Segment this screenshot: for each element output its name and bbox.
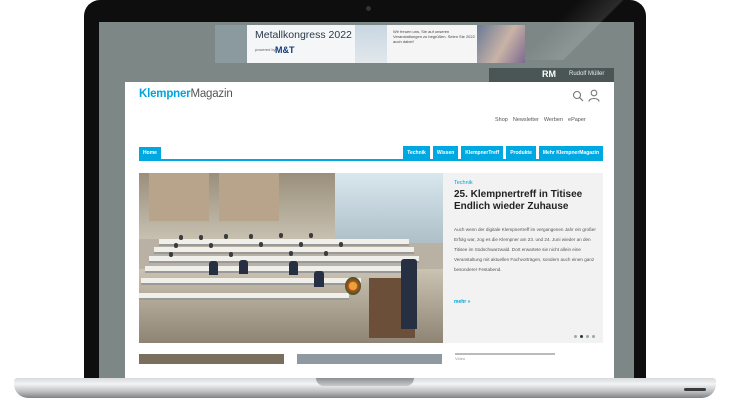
ad-text: Wir freuen uns, Sie auf unseren Veransta… — [393, 29, 475, 44]
wall-panel — [219, 173, 279, 221]
ad-powered-by: powered by — [255, 47, 276, 52]
ad-image-left — [215, 25, 247, 63]
ad-brand-logo: M&T — [275, 45, 295, 55]
hero-image[interactable] — [139, 173, 443, 343]
attendee — [259, 242, 263, 247]
nav-home[interactable]: Home — [139, 147, 161, 159]
teaser-label: Video — [455, 356, 466, 361]
laptop-mockup: Metallkongress 2022 powered by M&T Wir f… — [0, 0, 730, 405]
attendee — [309, 233, 313, 238]
slider-dot-active[interactable] — [580, 335, 583, 338]
attendee — [279, 233, 283, 238]
top-link-werben[interactable]: Werben — [544, 117, 563, 123]
ad-banner[interactable]: Metallkongress 2022 powered by M&T Wir f… — [215, 25, 525, 63]
site-logo[interactable]: KlempnerMagazin — [139, 88, 233, 100]
teaser-image[interactable] — [139, 354, 284, 364]
nav-produkte[interactable]: Produkte — [506, 146, 536, 160]
ad-title: Metallkongress 2022 — [255, 29, 352, 41]
table-row — [149, 256, 419, 261]
table-row — [154, 247, 414, 252]
main-nav: Technik Wissen KlempnerTreff Produkte Me… — [403, 146, 603, 160]
nav-wissen[interactable]: Wissen — [432, 146, 459, 160]
logo-regular: Magazin — [190, 88, 233, 100]
attendee — [224, 234, 228, 239]
attendee — [174, 243, 178, 248]
slider-dot[interactable] — [592, 335, 595, 338]
table-row — [159, 239, 409, 244]
attendee — [169, 252, 173, 257]
teaser-image[interactable] — [297, 354, 442, 364]
attendee — [179, 235, 183, 240]
attendee — [209, 243, 213, 248]
attendee — [324, 251, 328, 256]
top-link-shop[interactable]: Shop — [495, 117, 508, 123]
slider-dot[interactable] — [574, 335, 577, 338]
wall-panel — [149, 173, 209, 221]
table-row — [141, 278, 361, 283]
laptop-notch — [316, 378, 414, 386]
attendee — [314, 271, 324, 287]
attendee — [229, 252, 233, 257]
top-link-epaper[interactable]: ePaper — [568, 117, 586, 123]
table-row — [145, 266, 415, 271]
hero-category[interactable]: Technik — [454, 180, 473, 186]
browser-screen: Metallkongress 2022 powered by M&T Wir f… — [99, 22, 634, 380]
attendee — [199, 235, 203, 240]
attendee — [339, 242, 343, 247]
attendee — [299, 242, 303, 247]
flower-arrangement — [345, 277, 361, 295]
speaker — [401, 259, 417, 329]
laptop-foot — [684, 388, 706, 391]
user-initials[interactable]: RM — [542, 69, 556, 79]
search-icon[interactable] — [572, 90, 584, 102]
user-icon[interactable] — [588, 89, 600, 102]
slider-dots — [574, 335, 595, 338]
slider-dot[interactable] — [586, 335, 589, 338]
attendee — [209, 261, 218, 275]
top-links: Shop Newsletter Werben ePaper — [495, 117, 586, 123]
top-link-newsletter[interactable]: Newsletter — [513, 117, 539, 123]
attendee — [289, 251, 293, 256]
hero-title[interactable]: 25. Klempnertreff in Titisee Endlich wie… — [454, 189, 599, 213]
screen-glare — [490, 0, 650, 60]
attendee — [249, 234, 253, 239]
hall-window — [335, 173, 443, 243]
ad-band — [355, 25, 387, 63]
attendee — [289, 261, 298, 275]
logo-bold: Klempner — [139, 88, 191, 100]
table-row — [139, 293, 349, 298]
hero-text: Auch wenn der digitale Klempnertreff im … — [454, 227, 596, 272]
hero-more-link[interactable]: mehr » — [454, 299, 470, 305]
camera-icon — [366, 6, 371, 11]
teaser-rule — [455, 353, 555, 355]
nav-klempnertreff[interactable]: KlempnerTreff — [461, 146, 504, 160]
user-name[interactable]: Rudolf Müller — [569, 71, 604, 77]
attendee — [239, 260, 248, 274]
nav-technik[interactable]: Technik — [403, 146, 430, 160]
nav-mehr[interactable]: Mehr KlempnerMagazin — [538, 146, 603, 160]
